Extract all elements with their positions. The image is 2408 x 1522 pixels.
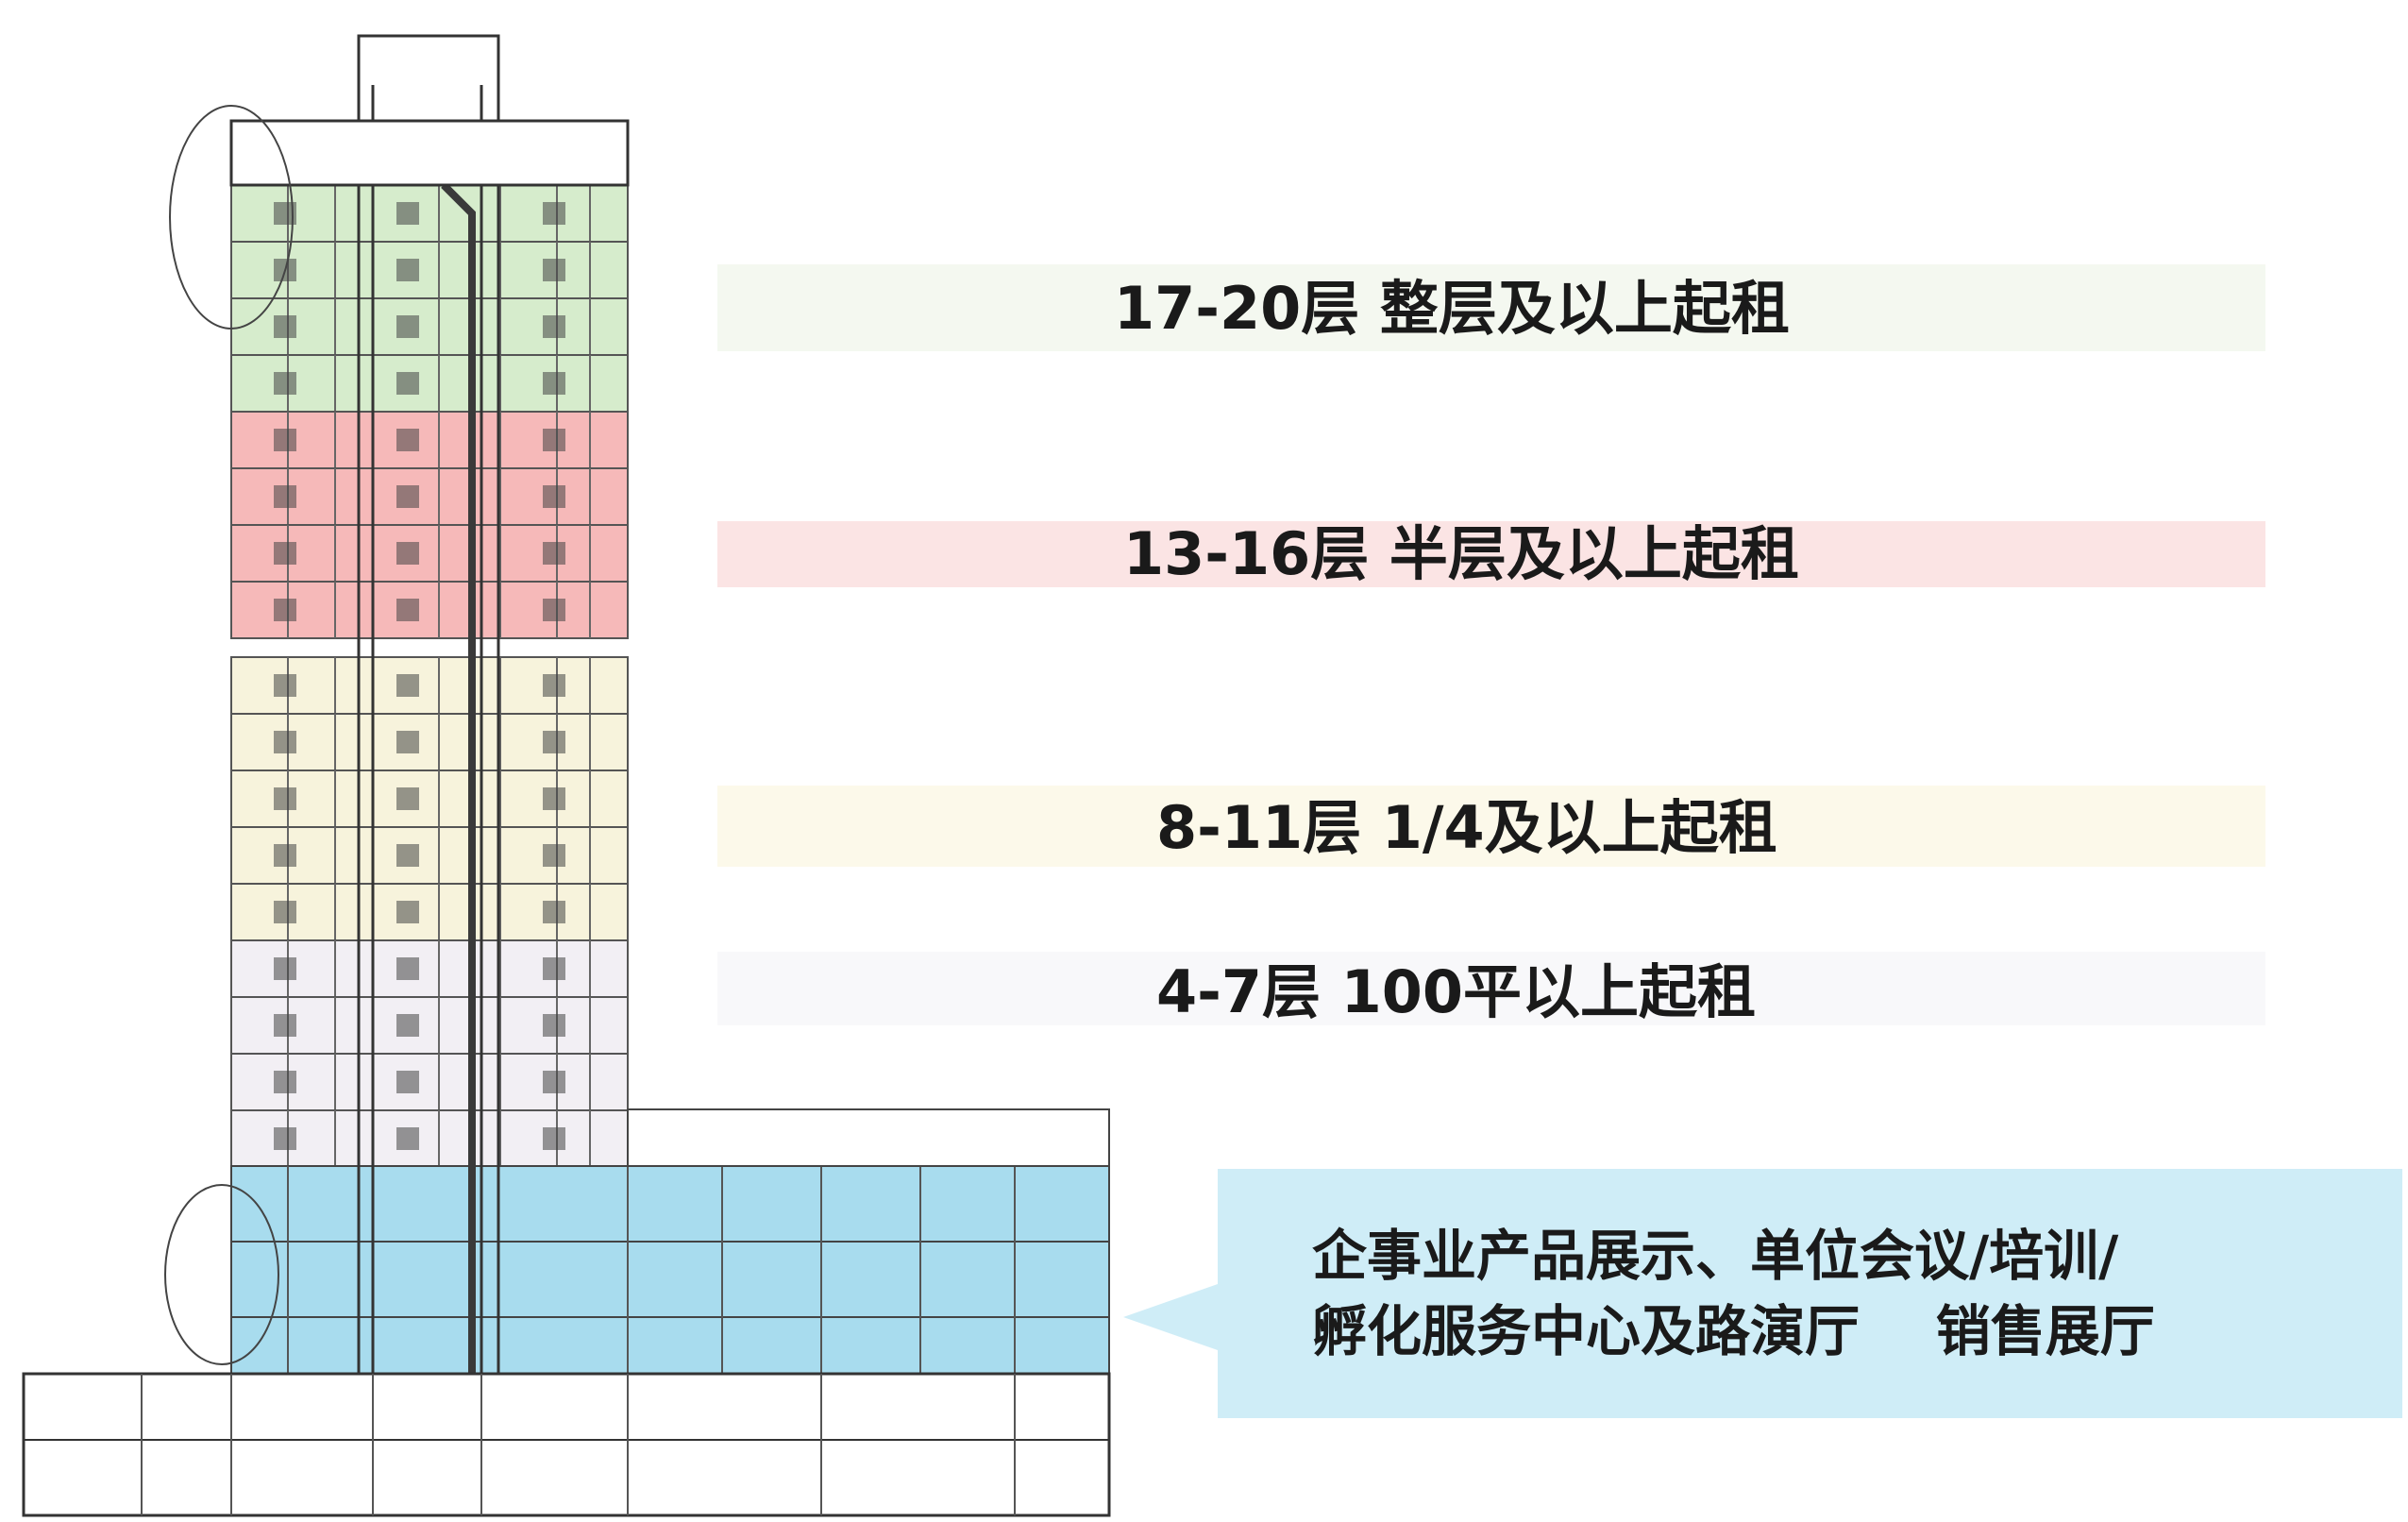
zone-label-13-16: 13-16层 半层及以上起租 <box>1123 519 1799 588</box>
podium-callout-text: 企事业产品展示、单位会议/培训/ 孵化服务中心及路演厅 销售展厅 <box>1312 1218 2369 1369</box>
basement <box>22 1372 1111 1517</box>
zone-label-8-11: 8-11层 1/4及以上起租 <box>1156 793 1777 862</box>
podium-floor-2 <box>230 1241 1110 1318</box>
podium-callout-line-1: 企事业产品展示、单位会议/培训/ <box>1312 1224 2119 1288</box>
podium-roof <box>627 1108 1110 1167</box>
zone-label-17-20: 17-20层 整层及以上起租 <box>1114 274 1790 343</box>
roof-parapet <box>229 119 630 187</box>
zone-label-4-7: 4-7层 100平以上起租 <box>1156 957 1757 1026</box>
podium-callout-line-2: 孵化服务中心及路演厅 销售展厅 <box>1312 1299 2155 1363</box>
podium-floor-3 <box>230 1165 1110 1243</box>
